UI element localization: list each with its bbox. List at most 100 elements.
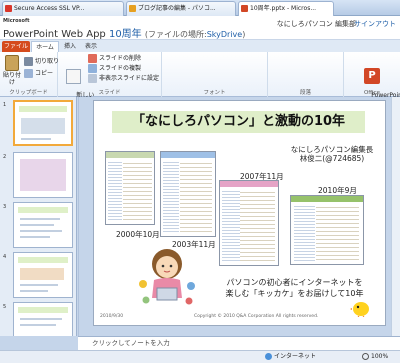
thumbnail-content [20,159,66,191]
zoom-level[interactable]: 100% [362,351,388,363]
hide-slide-button[interactable]: 非表示スライドに設定 [88,74,159,83]
blog-favicon-icon [129,5,136,12]
thumbnail-content [20,268,64,280]
skydrive-link[interactable]: SkyDrive [207,30,243,39]
ssl-favicon-icon [5,5,12,12]
scissors-icon [24,57,33,66]
clipboard-group-label: クリップボード [9,90,48,96]
year-label-2000: 2000年10月 [116,230,160,239]
globe-icon [265,353,272,360]
font-group-label: フォント [203,90,226,96]
paragraph-group: 段落 [268,52,344,97]
slide-thumbnail[interactable]: 2 [2,152,75,201]
paste-button[interactable]: 貼り付け [2,55,22,86]
thumbnail-number: 5 [3,304,7,310]
delete-slide-icon [88,54,97,63]
duplicate-slide-label: スライドの複製 [99,65,142,72]
screenshot-column [222,189,240,263]
thumbnail-text-line [21,138,51,140]
thumbnail-text-line [20,290,48,292]
thumbnail-text-line [20,218,60,220]
network-zone-label: インターネット [274,353,317,360]
office-group-label: Office [363,90,381,96]
thumbnail-text-line [20,284,58,286]
thumbnail-number: 3 [3,204,7,210]
zoom-value: 100% [371,353,389,360]
ribbon: 貼り付け 切り取り コピー クリップボード 新しい スライド スライドの削除 ス… [0,52,400,106]
screenshot-column [107,160,123,222]
tab-insert[interactable]: 挿入 [60,41,80,52]
tab-home[interactable]: ホーム [31,41,59,52]
screenshot-column [240,189,276,263]
zoom-icon [362,353,369,360]
workspace: 1 2 3 4 5 「なにしろパソコン」と激動の10年 なにしろパソコン編集長 … [0,97,400,336]
user-name: なにしろパソコン 編集部 [276,20,356,28]
slides-group: 新しい スライド スライドの削除 スライドの複製 非表示スライドに設定 スライド [58,52,162,106]
paste-icon [5,55,19,71]
cut-button[interactable]: 切り取り [24,57,59,66]
thumbnail-image [13,152,73,198]
slide-copyright: Copyright © 2010 Q&A Corporation All rig… [194,314,319,319]
thumbnail-number: 2 [3,154,7,160]
browser-tab-label: Secure Access SSL VP... [14,5,85,12]
browser-tab-ssl-vpn[interactable]: Secure Access SSL VP... [2,1,124,16]
message-line-1: パソコンの初心者にインターネットを [226,278,363,287]
screenshot-column [122,160,152,222]
slide-thumbnail[interactable]: 3 [2,202,75,251]
browser-tab-blog-edit[interactable]: ブログ記事の編集 - パソコ... [126,1,236,16]
font-group: フォント [162,52,268,97]
slide-thumbnail-pane: 1 2 3 4 5 [0,97,77,336]
slide-thumbnail[interactable]: 4 [2,252,75,301]
delete-slide-label: スライドの削除 [99,55,142,62]
slide-editing-pane: 「なにしろパソコン」と激動の10年 なにしろパソコン編集長 林俊二(@72468… [78,97,400,336]
app-header: Microsoft PowerPoint Web App 10周年 (ファイルの… [0,16,400,40]
location-suffix: ) [242,30,246,39]
hide-slide-label: 非表示スライドに設定 [99,75,160,82]
thumbnail-title-bar [18,207,68,213]
thumbnail-image [13,302,73,336]
paste-label: 貼り付け [2,72,21,86]
slide-title[interactable]: 「なにしろパソコン」と激動の10年 [112,111,365,133]
thumbnail-title-bar [19,106,67,112]
slide-canvas[interactable]: 「なにしろパソコン」と激動の10年 なにしろパソコン編集長 林俊二(@72468… [93,100,386,326]
slide-thumbnail[interactable]: 1 [2,100,75,149]
clipboard-group: 貼り付け 切り取り コピー クリップボード [0,52,59,97]
status-bar: インターネット 100% [0,350,400,363]
slide-author[interactable]: なにしろパソコン編集長 林俊二(@724685) [282,145,382,163]
browser-tab-powerpoint[interactable]: 10周年.pptx - Micros... [238,1,334,16]
slide-message[interactable]: パソコンの初心者にインターネットを 楽しむ「キッカケ」をお届けして10年 [207,277,382,299]
tab-view[interactable]: 表示 [81,41,101,52]
vertical-scrollbar[interactable] [391,97,400,336]
paragraph-group-label: 段落 [299,90,311,96]
screenshot-header [291,196,363,202]
copy-icon [24,69,33,78]
thumbnail-number: 4 [3,254,7,260]
website-screenshot-2010 [290,195,364,265]
delete-slide-button[interactable]: スライドの削除 [88,54,141,63]
notes-field[interactable]: クリックしてノートを入力 [78,336,400,350]
duplicate-slide-button[interactable]: スライドの複製 [88,64,141,73]
network-zone: インターネット [265,351,316,363]
slide-thumbnail[interactable]: 5 [2,302,75,336]
author-line-2: 林俊二(@724685) [299,154,365,163]
copy-button[interactable]: コピー [24,69,53,78]
screenshot-header [106,152,154,158]
website-screenshot-2000 [105,151,155,225]
document-title[interactable]: 10周年 [109,29,142,40]
thumbnail-text-line [20,230,62,232]
ribbon-tabs: ファイル ホーム 挿入 表示 [0,40,400,52]
location-prefix: (ファイルの場所: [144,30,207,39]
sign-out-link[interactable]: サインアウト [354,19,396,29]
thumbnail-text-line [20,224,54,226]
slides-group-label: スライド [98,90,121,96]
thumbnail-text-line [20,236,50,238]
microsoft-logo: Microsoft [3,18,30,24]
app-name: PowerPoint Web App [3,29,106,40]
thumbnail-text-line [20,324,56,326]
chick-mascot-illustration [350,302,369,317]
browser-tab-label: ブログ記事の編集 - パソコ... [138,5,216,12]
thumbnail-number: 1 [3,102,7,108]
browser-tab-bar: Secure Access SSL VP... ブログ記事の編集 - パソコ..… [0,0,400,16]
office-group: P PowerPoint で開く Office [344,52,400,106]
tab-file[interactable]: ファイル [2,41,30,52]
